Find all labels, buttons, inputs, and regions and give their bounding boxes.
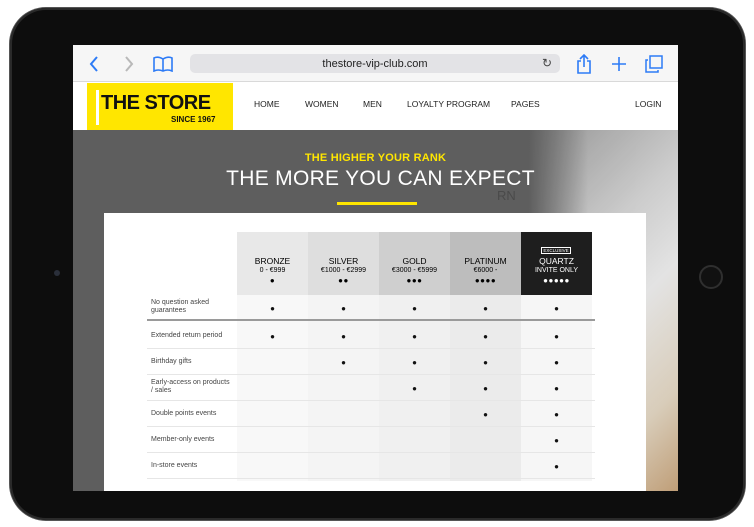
feature-mark: ● xyxy=(483,357,488,367)
tier-range: €3000 - €5999 xyxy=(391,267,438,274)
feature-mark: ● xyxy=(341,331,346,341)
home-button[interactable] xyxy=(699,265,723,289)
tier-rank-dots: ● xyxy=(269,276,276,285)
url-text: thestore-vip-club.com xyxy=(322,57,428,70)
table-row: Member-only events ● xyxy=(147,427,595,453)
loyalty-comparison-table: BRONZE 0 - €999 ● SILVER €1000 - €2999 ●… xyxy=(104,213,646,491)
nav-home[interactable]: HOME xyxy=(254,99,280,109)
tablet-screen: thestore-vip-club.com ↻ THE STORE SINCE … xyxy=(73,45,678,491)
table-row: Extended return period ● ● ● ● ● xyxy=(147,323,595,349)
logo-accent-bar xyxy=(96,90,99,125)
tier-rank-dots: ●●●● xyxy=(474,276,497,285)
plus-icon[interactable] xyxy=(608,54,630,74)
feature-mark xyxy=(379,401,450,427)
tier-range: €1000 - €2999 xyxy=(320,267,367,274)
nav-pages[interactable]: PAGES xyxy=(511,99,540,109)
feature-mark: ● xyxy=(270,303,275,313)
tier-header-platinum: PLATINUM €6000 - ●●●● xyxy=(450,232,521,295)
feature-mark: ● xyxy=(554,331,559,341)
feature-mark xyxy=(237,375,308,401)
login-link[interactable]: LOGIN xyxy=(635,99,661,109)
feature-mark: ● xyxy=(554,303,559,313)
exclusive-badge: EXCLUSIVE xyxy=(541,247,571,254)
store-logo[interactable]: THE STORE SINCE 1967 xyxy=(87,83,233,130)
feature-label: In-store events xyxy=(151,462,198,469)
feature-label: Birthday gifts xyxy=(151,358,192,365)
feature-mark xyxy=(379,427,450,453)
chevron-left-icon[interactable] xyxy=(83,54,105,74)
feature-mark: ● xyxy=(554,461,559,471)
feature-mark xyxy=(379,453,450,479)
reload-icon[interactable]: ↻ xyxy=(540,56,554,70)
feature-mark: ● xyxy=(412,303,417,313)
address-bar[interactable]: thestore-vip-club.com ↻ xyxy=(190,54,560,73)
table-row: Birthday gifts ● ● ● ● xyxy=(147,349,595,375)
hero-title: THE MORE YOU CAN EXPECT xyxy=(226,167,535,190)
feature-mark: ● xyxy=(554,383,559,393)
feature-label: Extended return period xyxy=(151,332,223,339)
feature-mark xyxy=(308,401,379,427)
browser-toolbar: thestore-vip-club.com ↻ xyxy=(73,45,678,82)
table-row: No question asked guarantees ● ● ● ● ● xyxy=(147,295,595,321)
tier-name: PLATINUM xyxy=(464,256,507,266)
camera-icon xyxy=(54,270,60,276)
feature-mark xyxy=(237,401,308,427)
feature-mark xyxy=(237,349,308,375)
chevron-right-icon[interactable] xyxy=(118,54,140,74)
tabs-icon[interactable] xyxy=(643,54,665,74)
feature-mark: ● xyxy=(341,357,346,367)
hero-underline xyxy=(337,202,417,205)
feature-mark: ● xyxy=(341,303,346,313)
tier-name: QUARTZ xyxy=(539,256,574,266)
feature-mark xyxy=(237,427,308,453)
feature-mark xyxy=(237,453,308,479)
book-icon[interactable] xyxy=(152,54,174,74)
feature-mark xyxy=(450,453,521,479)
feature-mark: ● xyxy=(412,331,417,341)
feature-label: Member-only events xyxy=(151,436,215,443)
feature-mark: ● xyxy=(483,331,488,341)
tier-rank-dots: ●●● xyxy=(406,276,423,285)
feature-label: Early-access on products / sales xyxy=(151,379,230,394)
tier-header-silver: SILVER €1000 - €2999 ●● xyxy=(308,232,379,295)
feature-mark: ● xyxy=(412,357,417,367)
feature-mark: ● xyxy=(554,435,559,445)
feature-mark: ● xyxy=(270,331,275,341)
tier-range: INVITE ONLY xyxy=(534,267,579,274)
tier-name: GOLD xyxy=(402,256,427,266)
tier-rank-dots: ●● xyxy=(338,276,349,285)
site-header: THE STORE SINCE 1967 HOME WOMEN MEN LOYA… xyxy=(73,82,678,130)
feature-mark: ● xyxy=(483,409,488,419)
tier-header-gold: GOLD €3000 - €5999 ●●● xyxy=(379,232,450,295)
feature-label: No question asked guarantees xyxy=(151,299,209,314)
feature-mark xyxy=(308,453,379,479)
tier-rank-dots: ●●●●● xyxy=(543,276,570,285)
feature-mark: ● xyxy=(412,383,417,393)
share-icon[interactable] xyxy=(573,54,595,74)
table-row: Double points events ● ● xyxy=(147,401,595,427)
hero-subtitle: THE HIGHER YOUR RANK xyxy=(304,152,447,164)
table-row: In-store events ● xyxy=(147,453,595,479)
hero-bg-text: RN xyxy=(497,188,516,203)
feature-mark: ● xyxy=(554,357,559,367)
table-row: Early-access on products / sales ● ● ● xyxy=(147,375,595,401)
logo-subtitle: SINCE 1967 xyxy=(171,115,216,124)
tier-name: BRONZE xyxy=(254,256,291,266)
nav-men[interactable]: MEN xyxy=(363,99,382,109)
nav-loyalty-program[interactable]: LOYALTY PROGRAM xyxy=(407,99,490,109)
feature-label: Double points events xyxy=(151,410,217,417)
feature-mark xyxy=(308,375,379,401)
tier-header-bronze: BRONZE 0 - €999 ● xyxy=(237,232,308,295)
tier-range: 0 - €999 xyxy=(259,267,286,274)
feature-mark xyxy=(308,427,379,453)
feature-mark: ● xyxy=(483,303,488,313)
tier-header-quartz: EXCLUSIVE QUARTZ INVITE ONLY ●●●●● xyxy=(521,232,592,295)
feature-mark: ● xyxy=(554,409,559,419)
feature-mark xyxy=(450,427,521,453)
feature-mark: ● xyxy=(483,383,488,393)
nav-women[interactable]: WOMEN xyxy=(305,99,339,109)
logo-title: THE STORE xyxy=(101,92,211,114)
tier-range: €6000 - xyxy=(473,267,498,274)
tier-name: SILVER xyxy=(328,256,359,266)
